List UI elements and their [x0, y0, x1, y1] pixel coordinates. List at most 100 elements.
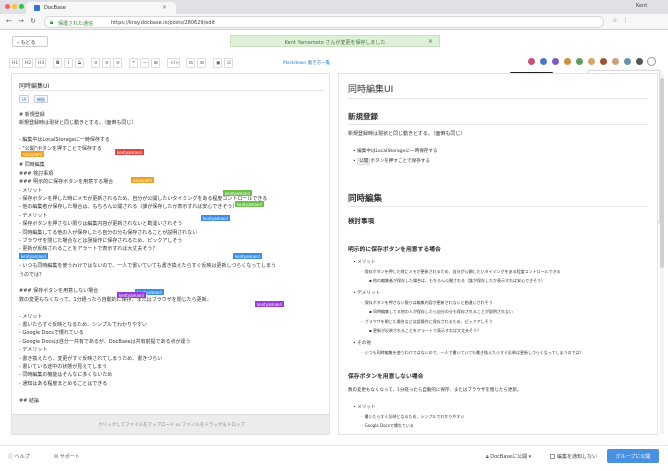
avatar[interactable]	[599, 57, 608, 66]
editor-line[interactable]: - 書き換えたら、変更がすぐ反映されてしまうため、書きづらい	[19, 355, 162, 362]
preview-heading: 保存ボタンを用意しない場合	[348, 374, 424, 380]
toolbar-button-image[interactable]: ⊟	[197, 58, 206, 68]
list-item: • 編集中はLocalStorageに一時保存する	[353, 149, 438, 154]
editor-line[interactable]: - Google Docsで慣れている	[19, 329, 84, 336]
toolbar-button-h3[interactable]: H3	[35, 58, 46, 68]
markdown-help-link[interactable]: Markdown 書き方一覧	[283, 60, 330, 66]
avatar[interactable]	[623, 57, 632, 66]
file-drop-zone[interactable]: クリックしてファイルをアップロード or ファイルをドラッグ＆ドロップ	[12, 414, 329, 434]
avatar[interactable]	[551, 57, 560, 66]
editor-line[interactable]: ## 結論	[19, 397, 39, 404]
avatar[interactable]	[527, 57, 536, 66]
support-label: サポート	[59, 454, 80, 460]
forward-arrow-icon[interactable]: →	[18, 17, 24, 25]
toolbar-button-h1[interactable]: H1	[9, 58, 20, 68]
list-item-text: メリット	[357, 260, 376, 265]
toolbar-button-code[interactable]: </>	[167, 58, 180, 68]
help-link[interactable]: ⓘ ヘルプ	[8, 453, 30, 460]
list-item-text: いつも同時編集を使うわけではないので、一人で書いていても書き換えたらすぐ反映は更…	[364, 350, 584, 355]
toolbar-button-task-list[interactable]: ≡	[113, 58, 122, 68]
editor-toolbar: H1 H2 H3 B I S ≡ ≡ ≡ ❝ — ⊞ </> ⊟ ⊟ ▣ ☑ M…	[9, 58, 339, 70]
toolbar-button-strike[interactable]: S	[75, 58, 84, 68]
editor-line[interactable]: - 保存ボタンを押さない限りは編集内容が更新されないと勘違いされそう	[19, 220, 182, 227]
publish-scope-select[interactable]: 🔒︎ DocBaseに公開 ▾	[486, 453, 531, 460]
editor-line[interactable]: うのでは？	[19, 271, 44, 278]
editor-line[interactable]: - いつも同時編集を使うわけではないので、一人で書いていても書き換えたらすぐ反映…	[19, 262, 276, 269]
editor-line[interactable]: 数の変更もなくなって、1分経ったら自動的に保存、またはブラウザを閉じたら更新。	[19, 296, 212, 303]
editor-line[interactable]: - デメリット	[19, 212, 47, 219]
collaborator-cursor-label: kentyamanri	[223, 190, 253, 196]
preview-scrollbar[interactable]	[660, 74, 664, 434]
toolbar-button-hr[interactable]: —	[140, 58, 149, 68]
avatar[interactable]	[575, 57, 584, 66]
reload-icon[interactable]: ↻	[30, 17, 36, 25]
collaborator-cursor-label: sasayomi	[131, 177, 154, 183]
window-controls[interactable]	[5, 4, 26, 11]
avatar[interactable]	[587, 57, 596, 66]
avatar[interactable]	[635, 57, 644, 66]
list-item: • 公開 ボタンを押すことで保存する	[353, 158, 430, 165]
toolbar-button-italic[interactable]: I	[64, 58, 73, 68]
editor-line[interactable]: - 他の編集者が保存した場合は、もちろん公開される（誰が保存したか表示すれば安心…	[19, 203, 237, 210]
editor-line[interactable]: - 書いたらすぐ反映となるため、シンプルでわかりやすい	[19, 321, 147, 328]
editor-line[interactable]: 新規登録時は現状と同じ動きとする。（面倒も同じ）	[19, 119, 136, 126]
editor-line[interactable]: - デメリット	[19, 346, 47, 353]
editor-line[interactable]: - 書いている途中の状態が見えてしまう	[19, 363, 107, 370]
toolbar-button-bold[interactable]: B	[53, 58, 62, 68]
browser-tab[interactable]: DocBase ×	[26, 2, 176, 14]
list-item-text: 同時編集してる他の人が保存したら自分の分も保存されることが説明されない	[372, 309, 513, 314]
toolbar-button-link[interactable]: ⊟	[186, 58, 195, 68]
publish-button[interactable]: グループに公開	[607, 449, 659, 463]
editor-line[interactable]: # 同時編集	[19, 161, 45, 168]
title-input[interactable]: 同時編集UI	[19, 81, 49, 90]
toast-message: Kent Yamamoto さんが変更を保存しました	[284, 40, 386, 46]
tag-chip[interactable]: 機能	[34, 95, 48, 103]
editor-line[interactable]: ### 検討事項	[19, 170, 53, 177]
collaborator-cursor-label: kentyamanri	[235, 201, 265, 207]
editor-line[interactable]: - 更新が反映されることをアラートで表示すれば大丈夫そう？	[19, 245, 157, 252]
list-item: ◦ ブラウザを閉じた場合などは誤操作に保存されるため、ピックアしそう	[361, 319, 493, 324]
checkbox-icon[interactable]	[550, 454, 555, 459]
browser-extension-icons[interactable]: ☆⋮	[612, 17, 633, 24]
editor-line[interactable]: # 新規登録	[19, 111, 45, 118]
editor-line[interactable]: - ブラウザを閉じた場合などは誤操作に保存されるため、ピックアしそう	[19, 237, 182, 244]
editor-line[interactable]: - メリット	[19, 313, 42, 320]
list-item-text: デメリット	[357, 291, 381, 296]
tab-close-icon[interactable]: ×	[162, 4, 167, 11]
help-label: ヘルプ	[14, 454, 30, 460]
toolbar-button-h2[interactable]: H2	[22, 58, 33, 68]
toolbar-button-embed[interactable]: ▣	[213, 58, 222, 68]
editor-line[interactable]: ### 明示的に保存ボタンを用意する場合	[19, 178, 113, 185]
scrollbar-thumb[interactable]	[660, 78, 664, 268]
editor-line[interactable]: - メリット	[19, 187, 42, 194]
avatar[interactable]	[539, 57, 548, 66]
support-link[interactable]: ✉ サポート	[54, 453, 80, 460]
list-item-text: 編集中はLocalStorageに一時保存する	[357, 149, 438, 154]
editor-line[interactable]: - 通知はある程度まとめることはできる	[19, 380, 107, 387]
toolbar-button-list[interactable]: ≡	[91, 58, 100, 68]
list-item: • その他	[353, 341, 371, 346]
toolbar-button-checkbox[interactable]: ☑	[224, 58, 233, 68]
avatar[interactable]	[563, 57, 572, 66]
more-users-icon[interactable]	[647, 57, 656, 66]
divider	[348, 124, 648, 125]
toolbar-button-table[interactable]: ⊞	[151, 58, 160, 68]
markdown-editor[interactable]: 同時編集UI UI 機能 # 新規登録 新規登録時は現状と同じ動きとする。（面倒も…	[11, 73, 330, 435]
editor-line[interactable]: - 保存ボタンを押した時にメモが更新されるため、自分が公開したいタイミングをある…	[19, 195, 267, 202]
tag-chip[interactable]: UI	[19, 95, 30, 103]
collaborator-cursor-label: sasayomi	[21, 151, 44, 157]
no-notify-checkbox[interactable]: 編集を通知しない	[550, 453, 597, 460]
browser-user[interactable]: Kent	[636, 3, 647, 9]
editor-line[interactable]: - 同時編集の機能はそんなに多くないため	[19, 371, 112, 378]
editor-line[interactable]: - 同時編集してる他の人が保存したら自分の分も保存されることが説明されない	[19, 229, 197, 236]
toast-close-icon[interactable]: ×	[428, 38, 433, 45]
editor-line[interactable]: - Google Docsは自分一共有であるが、DocBaseは共有前提である点…	[19, 338, 191, 345]
back-arrow-icon[interactable]: ←	[6, 17, 12, 25]
editor-line[interactable]: ### 保存ボタンを用意しない場合	[19, 287, 98, 294]
back-button[interactable]: ‹ もどる	[12, 36, 48, 47]
toolbar-button-ordered-list[interactable]: ≡	[102, 58, 111, 68]
toolbar-button-quote[interactable]: ❝	[129, 58, 138, 68]
url-field[interactable]: 🔒︎ 保護された通信 https://kray.docbase.io/posts…	[44, 16, 604, 28]
avatar[interactable]	[611, 57, 620, 66]
editor-line[interactable]: - 編集中はLocalStorageに一時保存する	[19, 136, 110, 143]
